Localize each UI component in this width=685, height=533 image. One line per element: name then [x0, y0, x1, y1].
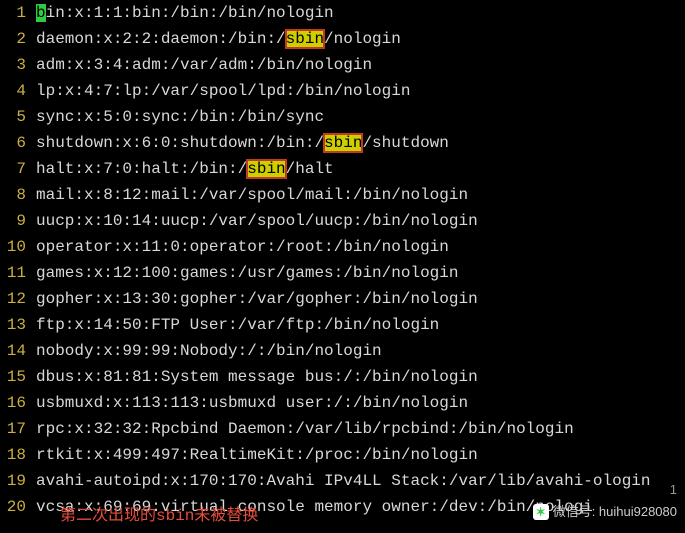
text-segment: /shutdown — [362, 134, 448, 152]
line-number: 8 — [0, 182, 36, 208]
highlighted-sbin: sbin — [324, 134, 362, 152]
line-content: dbus:x:81:81:System message bus:/:/bin/n… — [36, 364, 685, 390]
code-line: 12gopher:x:13:30:gopher:/var/gopher:/bin… — [0, 286, 685, 312]
text-segment: dbus:x:81:81:System message bus:/:/bin/n… — [36, 368, 478, 386]
line-content: adm:x:3:4:adm:/var/adm:/bin/nologin — [36, 52, 685, 78]
line-content: rtkit:x:499:497:RealtimeKit:/proc:/bin/n… — [36, 442, 685, 468]
text-segment: ftp:x:14:50:FTP User:/var/ftp:/bin/nolog… — [36, 316, 439, 334]
highlighted-sbin: sbin — [286, 30, 324, 48]
line-number: 5 — [0, 104, 36, 130]
code-line: 8mail:x:8:12:mail:/var/spool/mail:/bin/n… — [0, 182, 685, 208]
line-content: bin:x:1:1:bin:/bin:/bin/nologin — [36, 0, 685, 26]
line-number: 15 — [0, 364, 36, 390]
code-line: 15dbus:x:81:81:System message bus:/:/bin… — [0, 364, 685, 390]
code-line: 18rtkit:x:499:497:RealtimeKit:/proc:/bin… — [0, 442, 685, 468]
text-segment: sync:x:5:0:sync:/bin:/bin/sync — [36, 108, 324, 126]
line-number: 9 — [0, 208, 36, 234]
highlighted-sbin: sbin — [247, 160, 285, 178]
line-number: 2 — [0, 26, 36, 52]
line-content: daemon:x:2:2:daemon:/bin:/sbin/nologin — [36, 26, 685, 52]
watermark-text: 微信号: huihui928080 — [553, 499, 677, 525]
line-number: 10 — [0, 234, 36, 260]
line-number: 4 — [0, 78, 36, 104]
text-segment: avahi-autoipd:x:170:170:Avahi IPv4LL Sta… — [36, 472, 651, 490]
text-segment: adm:x:3:4:adm:/var/adm:/bin/nologin — [36, 56, 372, 74]
line-content: uucp:x:10:14:uucp:/var/spool/uucp:/bin/n… — [36, 208, 685, 234]
text-segment: uucp:x:10:14:uucp:/var/spool/uucp:/bin/n… — [36, 212, 478, 230]
code-line: 17rpc:x:32:32:Rpcbind Daemon:/var/lib/rp… — [0, 416, 685, 442]
code-line: 10operator:x:11:0:operator:/root:/bin/no… — [0, 234, 685, 260]
code-line: 1bin:x:1:1:bin:/bin:/bin/nologin — [0, 0, 685, 26]
line-content: sync:x:5:0:sync:/bin:/bin/sync — [36, 104, 685, 130]
line-number: 7 — [0, 156, 36, 182]
line-content: ftp:x:14:50:FTP User:/var/ftp:/bin/nolog… — [36, 312, 685, 338]
line-number: 16 — [0, 390, 36, 416]
terminal-editor[interactable]: 1bin:x:1:1:bin:/bin:/bin/nologin2daemon:… — [0, 0, 685, 520]
code-line: 7halt:x:7:0:halt:/bin:/sbin/halt — [0, 156, 685, 182]
text-segment: operator:x:11:0:operator:/root:/bin/nolo… — [36, 238, 449, 256]
line-number: 18 — [0, 442, 36, 468]
line-number: 13 — [0, 312, 36, 338]
text-segment: halt:x:7:0:halt:/bin:/ — [36, 160, 247, 178]
line-content: rpc:x:32:32:Rpcbind Daemon:/var/lib/rpcb… — [36, 416, 685, 442]
text-segment: usbmuxd:x:113:113:usbmuxd user:/:/bin/no… — [36, 394, 468, 412]
cursor: b — [36, 4, 46, 22]
line-content: mail:x:8:12:mail:/var/spool/mail:/bin/no… — [36, 182, 685, 208]
line-content: lp:x:4:7:lp:/var/spool/lpd:/bin/nologin — [36, 78, 685, 104]
line-content: shutdown:x:6:0:shutdown:/bin:/sbin/shutd… — [36, 130, 685, 156]
line-content: games:x:12:100:games:/usr/games:/bin/nol… — [36, 260, 685, 286]
text-segment: in:x:1:1:bin:/bin:/bin/nologin — [46, 4, 334, 22]
line-number: 3 — [0, 52, 36, 78]
text-segment: shutdown:x:6:0:shutdown:/bin:/ — [36, 134, 324, 152]
text-segment: /halt — [286, 160, 334, 178]
text-segment: lp:x:4:7:lp:/var/spool/lpd:/bin/nologin — [36, 82, 410, 100]
code-line: 3adm:x:3:4:adm:/var/adm:/bin/nologin — [0, 52, 685, 78]
line-number: 14 — [0, 338, 36, 364]
code-line: 14nobody:x:99:99:Nobody:/:/bin/nologin — [0, 338, 685, 364]
text-segment: /nologin — [324, 30, 401, 48]
text-segment: gopher:x:13:30:gopher:/var/gopher:/bin/n… — [36, 290, 478, 308]
line-number: 6 — [0, 130, 36, 156]
code-line: 11games:x:12:100:games:/usr/games:/bin/n… — [0, 260, 685, 286]
code-line: 6shutdown:x:6:0:shutdown:/bin:/sbin/shut… — [0, 130, 685, 156]
line-content: avahi-autoipd:x:170:170:Avahi IPv4LL Sta… — [36, 468, 685, 494]
watermark: ✶ 微信号: huihui928080 — [533, 499, 677, 525]
text-segment: rpc:x:32:32:Rpcbind Daemon:/var/lib/rpcb… — [36, 420, 574, 438]
annotation-text: 第二次出现的sbin未被替换 — [60, 503, 258, 529]
wechat-icon: ✶ — [533, 504, 549, 520]
line-content: nobody:x:99:99:Nobody:/:/bin/nologin — [36, 338, 685, 364]
text-segment: nobody:x:99:99:Nobody:/:/bin/nologin — [36, 342, 382, 360]
line-number: 19 — [0, 468, 36, 494]
line-content: usbmuxd:x:113:113:usbmuxd user:/:/bin/no… — [36, 390, 685, 416]
line-number: 12 — [0, 286, 36, 312]
code-line: 2daemon:x:2:2:daemon:/bin:/sbin/nologin — [0, 26, 685, 52]
line-number: 1 — [0, 0, 36, 26]
line-number: 11 — [0, 260, 36, 286]
line-number: 20 — [0, 494, 36, 520]
text-segment: rtkit:x:499:497:RealtimeKit:/proc:/bin/n… — [36, 446, 478, 464]
code-line: 16usbmuxd:x:113:113:usbmuxd user:/:/bin/… — [0, 390, 685, 416]
line-content: operator:x:11:0:operator:/root:/bin/nolo… — [36, 234, 685, 260]
text-segment: daemon:x:2:2:daemon:/bin:/ — [36, 30, 286, 48]
code-line: 19avahi-autoipd:x:170:170:Avahi IPv4LL S… — [0, 468, 685, 494]
code-line: 9uucp:x:10:14:uucp:/var/spool/uucp:/bin/… — [0, 208, 685, 234]
text-segment: games:x:12:100:games:/usr/games:/bin/nol… — [36, 264, 458, 282]
code-line: 5sync:x:5:0:sync:/bin:/bin/sync — [0, 104, 685, 130]
line-content: halt:x:7:0:halt:/bin:/sbin/halt — [36, 156, 685, 182]
line-number: 17 — [0, 416, 36, 442]
code-line: 13ftp:x:14:50:FTP User:/var/ftp:/bin/nol… — [0, 312, 685, 338]
line-content: gopher:x:13:30:gopher:/var/gopher:/bin/n… — [36, 286, 685, 312]
code-line: 4lp:x:4:7:lp:/var/spool/lpd:/bin/nologin — [0, 78, 685, 104]
text-segment: mail:x:8:12:mail:/var/spool/mail:/bin/no… — [36, 186, 468, 204]
